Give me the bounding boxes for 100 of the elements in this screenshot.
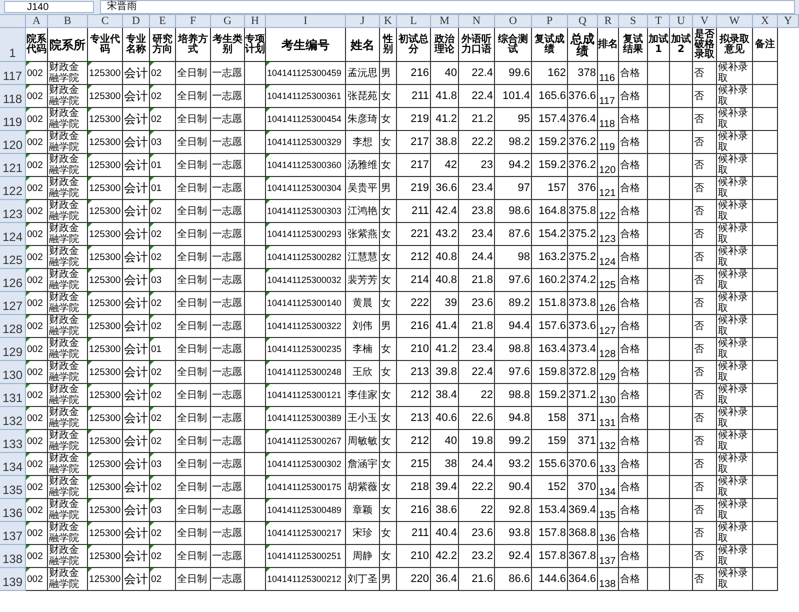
table-cell: 否 [693, 338, 717, 361]
column-header[interactable]: G [211, 15, 245, 28]
column-header[interactable]: D [123, 15, 150, 28]
table-cell: 全日制 [176, 154, 211, 177]
row-number[interactable]: 120 [0, 131, 26, 154]
row-number[interactable]: 127 [0, 292, 26, 315]
formula-field[interactable]: 宋晋雨 [100, 0, 795, 14]
table-cell: 159.2 [532, 154, 568, 177]
column-header[interactable]: N [459, 15, 495, 28]
empty-cell [670, 246, 693, 269]
table-cell: 全日制 [176, 522, 211, 545]
empty-cell [245, 476, 266, 499]
table-cell: 否 [693, 315, 717, 338]
column-header[interactable]: X [753, 15, 778, 28]
row-number[interactable]: 133 [0, 430, 26, 453]
table-cell: 134 [598, 476, 619, 499]
table-cell: 21.2 [459, 108, 495, 131]
column-header[interactable]: M [431, 15, 459, 28]
table-cell: 376.4 [568, 108, 598, 131]
column-header[interactable]: J [346, 15, 380, 28]
column-header[interactable]: F [176, 15, 211, 28]
table-cell: 否 [693, 223, 717, 246]
column-header[interactable]: U [670, 15, 693, 28]
row-number[interactable]: 137 [0, 522, 26, 545]
column-header[interactable]: O [495, 15, 532, 28]
empty-cell [670, 407, 693, 430]
column-header[interactable]: V [693, 15, 717, 28]
table-cell: 104141125300248 [266, 361, 346, 384]
column-header[interactable]: C [88, 15, 123, 28]
row-number[interactable]: 124 [0, 223, 26, 246]
table-cell: 会计 [123, 292, 150, 315]
table-cell: 125300 [88, 246, 123, 269]
column-header[interactable]: Q [568, 15, 598, 28]
column-header[interactable]: Y [778, 15, 799, 28]
name-box[interactable]: J140 [4, 1, 94, 13]
column-header[interactable]: K [380, 15, 397, 28]
empty-cell [648, 384, 670, 407]
table-cell: 21.8 [459, 269, 495, 292]
table-cell: 222 [397, 292, 431, 315]
table-cell: 财政金融学院 [48, 315, 88, 338]
row-number[interactable]: 136 [0, 499, 26, 522]
table-cell: 全日制 [176, 384, 211, 407]
column-header[interactable]: P [532, 15, 568, 28]
empty-cell [245, 315, 266, 338]
row-number[interactable]: 117 [0, 62, 26, 85]
row-number[interactable]: 130 [0, 361, 26, 384]
table-cell: 财政金融学院 [48, 499, 88, 522]
row-number[interactable]: 126 [0, 269, 26, 292]
row-number[interactable]: 119 [0, 108, 26, 131]
column-header[interactable]: B [48, 15, 88, 28]
table-cell: 否 [693, 568, 717, 591]
header-cell: 排名 [598, 28, 619, 62]
table-cell: 117 [598, 85, 619, 108]
table-cell: 125300 [88, 384, 123, 407]
row-number[interactable]: 134 [0, 453, 26, 476]
row-number[interactable]: 1 [0, 28, 26, 62]
empty-cell [670, 223, 693, 246]
row-number[interactable]: 138 [0, 545, 26, 568]
column-header[interactable]: E [150, 15, 176, 28]
table-cell: 23.4 [459, 177, 495, 200]
row-number[interactable]: 118 [0, 85, 26, 108]
column-header[interactable]: I [266, 15, 346, 28]
table-cell: 371.2 [568, 384, 598, 407]
empty-cell [670, 131, 693, 154]
column-header[interactable]: W [717, 15, 753, 28]
header-cell: 初试总分 [397, 28, 431, 62]
column-header[interactable]: L [397, 15, 431, 28]
table-cell: 211 [397, 85, 431, 108]
table-cell: 216 [397, 62, 431, 85]
row-number[interactable]: 122 [0, 177, 26, 200]
table-cell: 129 [598, 361, 619, 384]
column-header[interactable]: T [648, 15, 670, 28]
table-cell: 合格 [619, 223, 648, 246]
header-cell: 专项计划 [245, 28, 266, 62]
table-cell: 212 [397, 246, 431, 269]
row-number[interactable]: 128 [0, 315, 26, 338]
table-cell: 一志愿 [211, 545, 245, 568]
row-number[interactable]: 129 [0, 338, 26, 361]
row-number[interactable]: 135 [0, 476, 26, 499]
table-cell: 119 [598, 131, 619, 154]
table-cell: 否 [693, 269, 717, 292]
row-number[interactable]: 121 [0, 154, 26, 177]
row-number[interactable]: 125 [0, 246, 26, 269]
row-number[interactable]: 123 [0, 200, 26, 223]
column-header[interactable]: H [245, 15, 266, 28]
table-cell: 一志愿 [211, 453, 245, 476]
table-cell: 002 [26, 361, 48, 384]
row-number[interactable]: 132 [0, 407, 26, 430]
row-number[interactable]: 131 [0, 384, 26, 407]
table-cell: 03 [150, 453, 176, 476]
table-cell: 22.4 [459, 361, 495, 384]
table-cell: 一志愿 [211, 85, 245, 108]
table-cell: 212 [397, 384, 431, 407]
select-all-corner[interactable] [0, 15, 26, 28]
empty-cell [753, 430, 778, 453]
table-cell: 合格 [619, 499, 648, 522]
column-header[interactable]: R [598, 15, 619, 28]
row-number[interactable]: 139 [0, 568, 26, 591]
column-header[interactable]: S [619, 15, 648, 28]
column-header[interactable]: A [26, 15, 48, 28]
